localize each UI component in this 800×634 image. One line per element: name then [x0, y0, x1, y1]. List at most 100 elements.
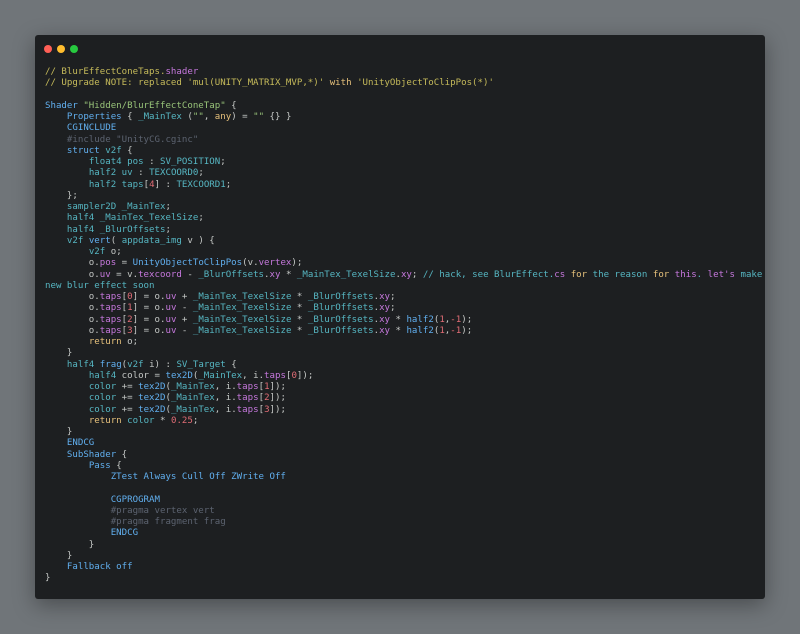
code-token: ); [291, 258, 303, 269]
code-token: taps [236, 393, 259, 404]
code-token: ( [110, 235, 122, 246]
window-titlebar [35, 35, 765, 61]
code-token: o; [121, 337, 139, 347]
code-token: // Upgrade NOTE: replaced 'mul(UNITY_MAT… [45, 78, 330, 89]
code-token: o. [45, 303, 100, 314]
code-token: . [696, 269, 708, 280]
code-line: } [45, 573, 755, 584]
code-token: } [45, 348, 73, 359]
code-token: * [390, 325, 407, 336]
code-token: with [329, 78, 352, 89]
code-token: half2 [88, 168, 117, 179]
code-token: pos [127, 157, 144, 167]
code-token: _MainTex_TexelSize [99, 213, 199, 224]
code-line: }; [45, 191, 755, 202]
code-token: v2f [88, 247, 106, 257]
code-token: _MainTex_TexelSize [192, 292, 292, 302]
code-token: * [291, 314, 308, 325]
code-line: CGPROGRAM [45, 495, 755, 506]
code-token: return [88, 415, 122, 426]
code-token: 'UnityObjectToClipPos(*)' [351, 78, 494, 89]
code-token: -1 [450, 325, 462, 336]
code-token: xy [379, 303, 391, 314]
code-token: cs [554, 269, 566, 280]
code-token: uv [165, 303, 177, 314]
code-token: sampler2D [66, 202, 117, 212]
code-token: taps [121, 179, 144, 190]
code-token: o. [45, 258, 100, 269]
code-line: ENDCG [45, 528, 755, 539]
code-token: SV_POSITION [160, 157, 221, 167]
code-token: taps [99, 314, 122, 325]
code-line: o.pos = UnityObjectToClipPos(v.vertex); [45, 258, 755, 269]
code-token: return [88, 337, 122, 347]
code-token: for [652, 269, 670, 280]
code-token: "Hidden/BlurEffectConeTap" [77, 100, 226, 111]
code-line: ZTest Always Cull Off ZWrite Off [45, 472, 755, 483]
code-token: make a [740, 269, 763, 280]
code-token: o. [45, 325, 100, 336]
code-token: appdata_img [121, 235, 182, 246]
code-token: xy [400, 269, 412, 280]
code-token: v ) { [181, 235, 215, 246]
code-token: half2 [406, 314, 434, 325]
maximize-dot-icon[interactable] [70, 45, 78, 53]
code-token: #pragma fragment frag [110, 517, 226, 527]
code-token: ] : [154, 179, 177, 190]
code-token: _MainTex [170, 393, 215, 404]
code-token: the reason [587, 269, 653, 280]
code-token: color [127, 415, 155, 426]
code-token: struct [66, 145, 100, 156]
code-token: uv [99, 269, 111, 280]
code-token: ]); [269, 382, 286, 392]
code-token: v2f [127, 359, 144, 370]
code-token: o. [45, 269, 100, 280]
code-token: _MainTex_TexelSize [296, 269, 396, 280]
code-token: tex2D [165, 370, 193, 381]
code-line: o.taps[0] = o.uv + _MainTex_TexelSize * … [45, 292, 755, 303]
code-token: o. [45, 292, 100, 302]
code-token: ; [220, 157, 226, 167]
code-token: _MainTex [170, 404, 215, 415]
code-token: { [116, 449, 128, 460]
code-token: ; [411, 269, 423, 280]
code-token: "" [192, 112, 204, 122]
code-token: + [176, 292, 193, 302]
code-token: _BlurOffsets [198, 269, 265, 280]
code-line: half4 frag(v2f i) : SV_Target { [45, 360, 755, 371]
close-dot-icon[interactable] [44, 45, 52, 53]
code-token: color = [116, 370, 166, 381]
code-token: += [116, 404, 139, 415]
code-token: * [291, 292, 308, 302]
code-token: _BlurOffsets [307, 303, 374, 314]
code-line: return color * 0.25; [45, 416, 755, 427]
code-token: UnityObjectToClipPos [132, 258, 243, 269]
code-token: taps [236, 382, 259, 392]
code-line: CGINCLUDE [45, 123, 755, 134]
code-token: ; [225, 179, 232, 190]
code-line: v2f o; [45, 247, 755, 258]
code-line: o.taps[2] = o.uv + _MainTex_TexelSize * … [45, 315, 755, 326]
code-token: { [121, 112, 139, 122]
code-line: #pragma vertex vert [45, 506, 755, 517]
code-token: xy [269, 269, 281, 280]
minimize-dot-icon[interactable] [57, 45, 65, 53]
code-line: o.taps[1] = o.uv - _MainTex_TexelSize * … [45, 303, 755, 314]
code-line: Properties { _MainTex ("", any) = "" {} … [45, 112, 755, 123]
code-token: } [45, 539, 95, 550]
code-token: half4 [88, 370, 117, 381]
